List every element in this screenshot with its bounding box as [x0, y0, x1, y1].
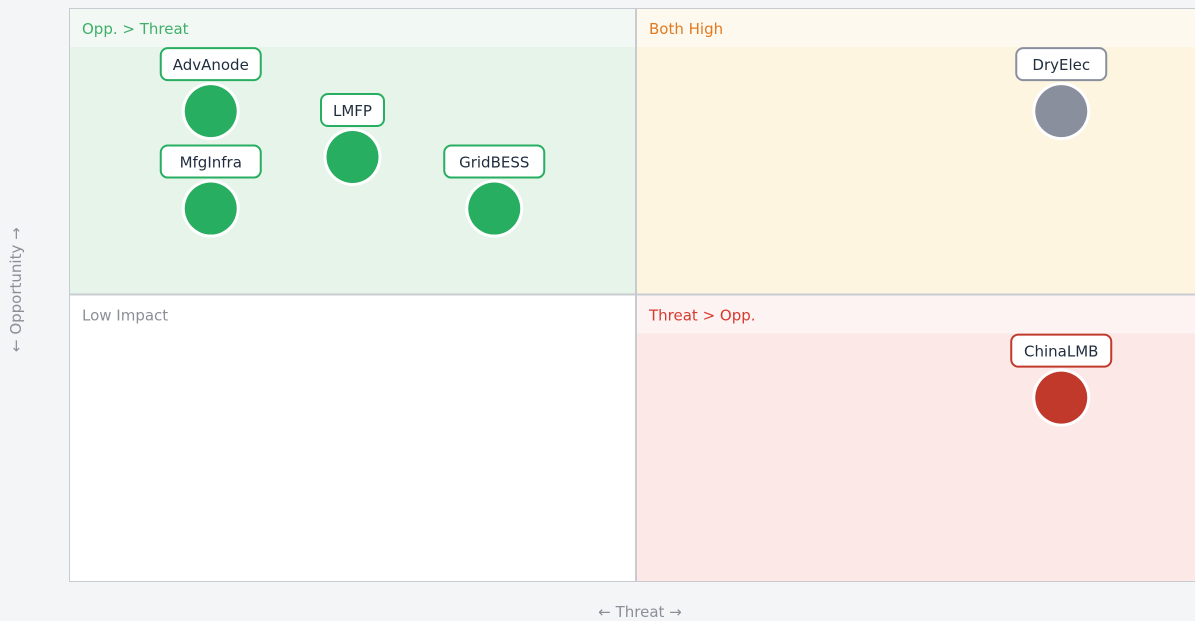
- quadrant-label-tr: Both High: [649, 20, 723, 38]
- data-point: [468, 182, 521, 235]
- point-label: AdvAnode: [173, 56, 249, 74]
- point-label: LMFP: [333, 102, 372, 120]
- quadrant-tr: [636, 8, 1195, 295]
- data-point: [184, 182, 237, 235]
- y-axis-label: ← Opportunity →: [7, 227, 25, 353]
- data-point: [184, 85, 237, 138]
- quadrant-br: [636, 294, 1195, 581]
- point-label: ChinaLMB: [1024, 343, 1098, 361]
- data-point: [1035, 85, 1088, 138]
- data-point: [326, 130, 379, 183]
- point-label: MfgInfra: [180, 154, 242, 172]
- point-label: GridBESS: [459, 154, 529, 172]
- point-label: DryElec: [1032, 56, 1090, 74]
- chart-canvas: Opp. > Threat Both High Low Impact Threat >…: [69, 8, 1195, 582]
- quadrant-bl: [69, 294, 636, 581]
- x-axis-label: ← Threat →: [598, 603, 682, 621]
- quadrant-label-br: Threat > Opp.: [648, 307, 756, 325]
- quadrant-label-tl: Opp. > Threat: [82, 20, 189, 38]
- data-point: [1035, 371, 1088, 424]
- quadrant-label-bl: Low Impact: [82, 307, 168, 325]
